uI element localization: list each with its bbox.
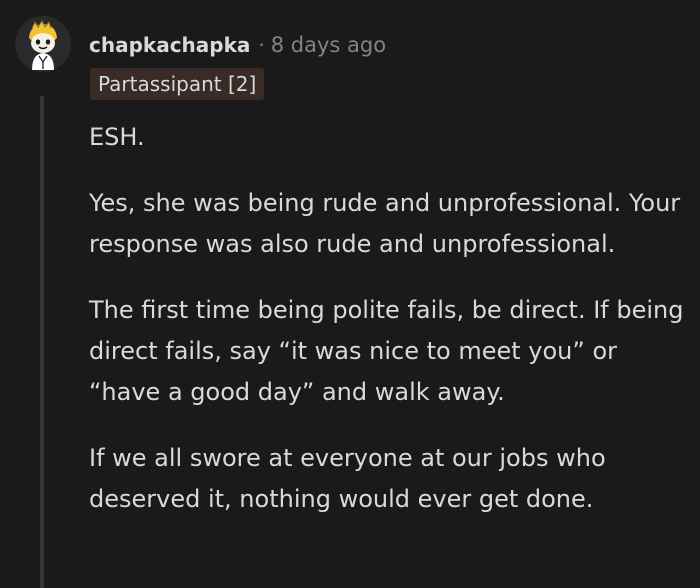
comment-paragraph-1: ESH. [89,123,145,151]
thread-line[interactable] [40,96,44,588]
snoo-avatar-icon [15,16,71,72]
username-link[interactable]: chapkachapka [89,33,250,57]
comment-timestamp[interactable]: 8 days ago [271,33,386,57]
meta-separator: · [258,33,265,57]
comment-body: ESH. Yes, she was being rude and unprofe… [89,117,689,545]
comment-paragraph-3: The first time being polite fails, be di… [89,296,684,406]
user-avatar[interactable] [15,16,71,72]
user-flair: Partassipant [2] [90,68,265,100]
comment-header: chapkachapka · 8 days ago [89,30,386,60]
comment-paragraph-4: If we all swore at everyone at our jobs … [89,444,606,513]
comment: chapkachapka · 8 days ago Partassipant [… [0,0,700,588]
comment-paragraph-2: Yes, she was being rude and unprofession… [89,189,681,258]
